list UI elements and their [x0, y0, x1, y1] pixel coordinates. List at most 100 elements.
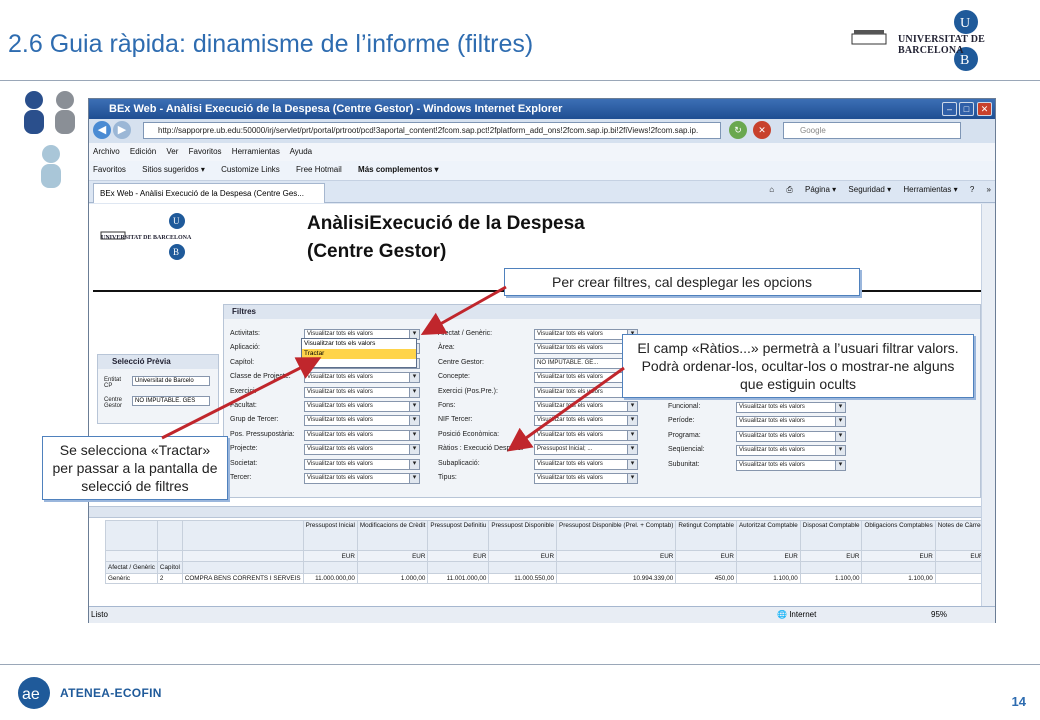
home-icon[interactable]: ⌂	[769, 185, 774, 194]
filter-row: NIF Tercer: Visualitzar tots els valors	[438, 415, 650, 429]
filter-select[interactable]: Visualitzar tots els valors	[304, 429, 420, 441]
filter-select[interactable]: Pressupost Inicial; ...	[534, 444, 638, 456]
security-menu[interactable]: Seguridad ▾	[848, 185, 891, 194]
filter-select[interactable]: Visualitzar tots els valors	[304, 444, 420, 456]
filter-label: Subunitat:	[668, 460, 700, 468]
value-cell: 11.000.550,00	[488, 573, 558, 584]
table-toolbar	[89, 506, 981, 518]
maximize-button[interactable]: □	[959, 102, 974, 116]
filter-select[interactable]: Visualitzar tots els valors	[304, 386, 420, 398]
filter-label: Afectat / Genèric:	[438, 330, 493, 337]
filter-select[interactable]: Visualitzar tots els valors	[304, 472, 420, 484]
column-header[interactable]: Pressupost Inicial	[302, 520, 358, 551]
filters-heading: Filtres	[224, 305, 980, 319]
filter-select[interactable]: Visualitzar tots els valors	[304, 415, 420, 427]
filter-select[interactable]: Visualitzar tots els valors	[534, 429, 638, 441]
column-header[interactable]: Modificacions de Crèdit	[356, 520, 429, 551]
menu-herramientas[interactable]: Herramientas	[232, 147, 280, 156]
back-icon[interactable]: ◀	[93, 121, 111, 139]
filter-label: Aplicació:	[230, 344, 260, 352]
dim-header-afectat[interactable]: Afectat / Genèric	[105, 561, 158, 574]
suggested-sites-link[interactable]: Sitios sugeridos ▾	[142, 165, 205, 174]
more-addons-link[interactable]: Más complementos ▾	[358, 165, 438, 174]
column-header[interactable]: Disposat Comptable	[799, 520, 863, 551]
minimize-button[interactable]: –	[942, 102, 957, 116]
zoom-level[interactable]: 95%	[931, 610, 947, 619]
tab-bex-web[interactable]: BEx Web - Anàlisi Execució de la Despesa…	[93, 183, 325, 203]
unit-cell: EUR	[302, 550, 358, 562]
filter-select[interactable]: Visualitzar tots els valors	[534, 458, 638, 470]
filter-row: Societat: Visualitzar tots els valors	[230, 458, 420, 473]
customize-links-link[interactable]: Customize Links	[221, 165, 280, 174]
close-button[interactable]: ✕	[977, 102, 992, 116]
address-input[interactable]: http://sapporpre.ub.edu:50000/irj/servle…	[143, 122, 721, 139]
vertical-scrollbar[interactable]	[981, 204, 995, 606]
callout-left: Se selecciona «Tractar» per passar a la …	[42, 436, 228, 500]
page-menu[interactable]: Página ▾	[805, 185, 836, 194]
favorites-bar: Favoritos Sitios sugeridos ▾ Customize L…	[89, 161, 995, 181]
callout-top: Per crear filtres, cal desplegar les opc…	[504, 268, 860, 296]
cell-description: COMPRA BENS CORRENTS I SERVEIS	[181, 573, 304, 584]
value-cell: 10.994.339,00	[556, 573, 677, 584]
filter-label: NIF Tercer:	[438, 416, 473, 424]
tools-menu[interactable]: Herramientas ▾	[903, 185, 957, 194]
column-header[interactable]: Pressupost Disponible	[488, 520, 558, 551]
table-cell	[556, 561, 677, 574]
column-header[interactable]: Pressupost Disponible (Prel. + Comptab)	[556, 520, 677, 551]
filter-select[interactable]: Visualitzar tots els valors	[736, 402, 846, 413]
filter-label: Fons:	[438, 401, 456, 409]
filter-select[interactable]: Visualitzar tots els valors	[736, 416, 846, 428]
filter-label: Grup de Tercer:	[230, 416, 279, 424]
filter-row: Àrea: Visualitzar tots els valors	[438, 343, 650, 357]
stop-icon[interactable]: ✕	[753, 121, 771, 139]
filter-select[interactable]: Visualitzar tots els valors	[304, 400, 420, 412]
table-cell	[105, 550, 158, 562]
filter-select[interactable]: Visualitzar tots els valors	[534, 472, 638, 484]
menu-edicion[interactable]: Edición	[130, 147, 156, 156]
filter-row: Seqüencial: Visualitzar tots els valors	[668, 445, 868, 459]
filter-select[interactable]: Visualitzar tots els valors	[736, 459, 846, 471]
column-header[interactable]: Autoritzat Comptable	[735, 520, 801, 551]
forward-icon[interactable]: ▶	[113, 121, 131, 139]
table-cell	[861, 561, 936, 574]
page-number: 14	[1011, 694, 1026, 709]
free-hotmail-link[interactable]: Free Hotmail	[296, 165, 342, 174]
column-header[interactable]: Obligacions Comptables	[861, 520, 936, 551]
menu-ver[interactable]: Ver	[166, 147, 178, 156]
results-table-area: Pressupost Inicial Modificacions de Crèdi…	[105, 520, 981, 604]
column-header[interactable]: Pressupost Definitiu	[427, 520, 490, 551]
favorites-button[interactable]: Favoritos	[93, 165, 126, 174]
svg-text:U: U	[960, 16, 970, 31]
report-title-line2: (Centre Gestor)	[307, 241, 447, 262]
help-icon[interactable]: ?	[970, 185, 974, 194]
filter-select[interactable]: Visualitzar tots els valors	[736, 445, 846, 457]
prior-value-centre[interactable]: NO IMPUTABLE. GES	[132, 396, 210, 406]
filter-select[interactable]: Visualitzar tots els valors	[736, 430, 846, 442]
dropdown-option-all[interactable]: Visualitzar tots els valors	[302, 339, 416, 349]
print-icon[interactable]: ⎙	[786, 185, 792, 194]
column-header[interactable]: Notes de Càrrec	[934, 520, 981, 551]
filter-select[interactable]: Visualitzar tots els valors	[534, 415, 638, 427]
filter-select[interactable]: Visualitzar tots els valors	[304, 458, 420, 470]
report-title: AnàlisiExecució de la Despesa (Centre Ge…	[307, 210, 585, 266]
menu-ayuda[interactable]: Ayuda	[290, 147, 313, 156]
refresh-icon[interactable]: ↻	[729, 121, 747, 139]
filter-row: Posició Econòmica: Visualitzar tots els v…	[438, 429, 650, 444]
filter-select[interactable]: Visualitzar tots els valors	[534, 400, 638, 412]
column-header[interactable]: Retingut Comptable	[675, 520, 737, 551]
filter-select[interactable]: Visualitzar tots els valors	[304, 372, 420, 384]
more-commands-button[interactable]: »	[987, 185, 991, 194]
menu-favoritos[interactable]: Favoritos	[189, 147, 222, 156]
dropdown-option-tractar[interactable]: Tractar	[302, 349, 416, 359]
filter-row: Exercici: Visualitzar tots els valors	[230, 386, 420, 401]
cell-afectat: Genèric	[105, 573, 158, 584]
unit-cell: EUR	[556, 550, 677, 562]
search-input[interactable]: Google	[783, 122, 961, 139]
dim-header-capitol[interactable]: Capítol	[156, 561, 183, 574]
menu-bar: Archivo Edición Ver Favoritos Herramient…	[89, 143, 995, 161]
report-title-line1: AnàlisiExecució de la Despesa	[307, 213, 585, 234]
value-cell: 11.001.000,00	[427, 573, 490, 584]
menu-archivo[interactable]: Archivo	[93, 147, 120, 156]
prior-value-entitat[interactable]: Universitat de Barcelo	[132, 376, 210, 386]
value-cell: 1.000,00	[356, 573, 429, 584]
